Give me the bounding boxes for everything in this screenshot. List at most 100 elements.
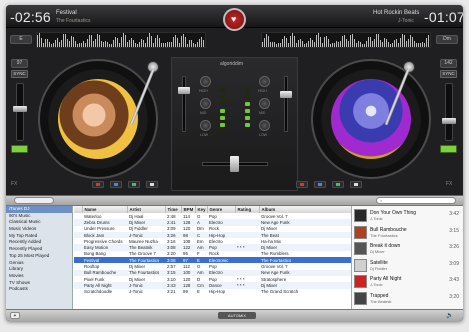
- sidebar-item[interactable]: My Top Rated: [6, 233, 72, 240]
- column-header[interactable]: Genre: [207, 206, 236, 213]
- left-key-box[interactable]: E: [10, 35, 32, 44]
- waveform-bar: [141, 39, 142, 47]
- waveform-bar: [171, 42, 172, 47]
- djay-logo[interactable]: ♥: [223, 8, 246, 31]
- fx-pad-1[interactable]: [92, 181, 104, 188]
- right-key-box[interactable]: Dm: [436, 35, 458, 44]
- sidebar-item[interactable]: Recently Added: [6, 239, 72, 246]
- column-header[interactable]: BPM: [181, 206, 196, 213]
- waveform-bar: [39, 33, 40, 47]
- right-waveform[interactable]: [261, 32, 431, 48]
- sidebar-item[interactable]: 90's Music: [6, 213, 72, 220]
- waveform-bar: [266, 34, 267, 47]
- fx-pad-7[interactable]: [332, 181, 344, 188]
- left-waveform[interactable]: [36, 32, 206, 48]
- fx-pad-6[interactable]: [314, 181, 326, 188]
- waveform-bar: [340, 40, 341, 47]
- waveform-bar: [394, 39, 395, 47]
- volume-icon[interactable]: 🔈: [446, 312, 453, 319]
- left-turntable[interactable]: [38, 59, 158, 179]
- waveform-bar: [366, 41, 367, 47]
- queue-item[interactable]: Party All Night J-Tonic 3:43: [354, 274, 462, 289]
- sidebar-item[interactable]: Library: [6, 266, 72, 273]
- crossfader-knob[interactable]: [230, 156, 239, 172]
- column-header[interactable]: Rating: [235, 206, 260, 213]
- right-pitch-slider[interactable]: [442, 83, 456, 141]
- album-art: [354, 242, 367, 255]
- right-volume-knob[interactable]: [280, 91, 292, 98]
- vu-segment: [245, 123, 250, 127]
- right-mid-knob[interactable]: [259, 98, 270, 109]
- column-header[interactable]: [74, 206, 83, 213]
- right-turntable[interactable]: [311, 59, 431, 179]
- column-header[interactable]: Time: [165, 206, 182, 213]
- table-row[interactable]: Scratchdoodle J-Tonic 3:21 99 E Hip-Hop The Gr…: [74, 289, 351, 295]
- right-play-button[interactable]: [440, 145, 457, 153]
- queue-item[interactable]: Don Your Own Thing J-Tonic 3:42: [354, 208, 462, 223]
- queue-item[interactable]: Bull Rambouche The Fourtastics 3:15: [354, 225, 462, 240]
- sidebar-item[interactable]: Movies: [6, 273, 72, 280]
- album-art: [354, 291, 367, 305]
- table-cell: Hip-Hop: [209, 289, 226, 295]
- fx-pad-3[interactable]: [128, 181, 140, 188]
- queue-item[interactable]: Satellite Dj Fiddler 3:09: [354, 258, 462, 273]
- waveform-bar: [346, 39, 347, 47]
- sidebar-item[interactable]: Recently Played: [6, 246, 72, 253]
- sidebar-item[interactable]: iTunes DJ: [6, 206, 72, 213]
- column-header[interactable]: Key: [195, 206, 208, 213]
- waveform-bar: [408, 39, 409, 47]
- sidebar-item[interactable]: Classical Music: [6, 219, 72, 226]
- sidebar-item[interactable]: Top 25 Most Played: [6, 253, 72, 260]
- waveform-bar: [83, 41, 84, 47]
- right-high-knob[interactable]: [259, 76, 270, 87]
- waveform-bar: [121, 37, 122, 47]
- waveform-bar: [157, 35, 158, 47]
- column-header[interactable]: Album: [259, 206, 352, 213]
- left-low-knob[interactable]: [200, 120, 211, 131]
- right-low-knob[interactable]: [259, 120, 270, 131]
- waveform-bar: [278, 43, 279, 47]
- right-pitch-knob[interactable]: [442, 118, 456, 124]
- crossfader[interactable]: [202, 156, 268, 172]
- add-playlist-button[interactable]: +: [10, 312, 20, 319]
- waveform-bar: [125, 35, 126, 47]
- vu-segment: [220, 123, 225, 127]
- vu-segment: [245, 109, 250, 113]
- fx-pad-5[interactable]: [296, 181, 308, 188]
- waveform-bar: [61, 39, 62, 47]
- left-pitch-slider[interactable]: [13, 83, 27, 141]
- queue-item[interactable]: Trapped The Beatnik 3:20: [354, 291, 462, 306]
- sidebar-item[interactable]: Podcasts: [6, 286, 72, 293]
- waveform-bar: [290, 36, 291, 47]
- automix-button[interactable]: AUTOMIX: [218, 312, 256, 319]
- table-cell: The Grand Scratch: [261, 289, 299, 295]
- left-high-knob[interactable]: [200, 76, 211, 87]
- left-sync-button[interactable]: SYNC: [11, 70, 28, 78]
- search-field[interactable]: ⌕: [376, 197, 456, 204]
- waveform-bar: [276, 43, 277, 47]
- column-header[interactable]: Name: [82, 206, 128, 213]
- waveform-bar: [153, 43, 154, 47]
- column-header[interactable]: Artist: [127, 206, 166, 213]
- left-mid-knob[interactable]: [200, 98, 211, 109]
- fx-pad-4[interactable]: [146, 181, 158, 188]
- fx-pad-2[interactable]: [110, 181, 122, 188]
- view-switcher[interactable]: [14, 197, 54, 204]
- waveform-bar: [356, 43, 357, 47]
- right-sync-button[interactable]: SYNC: [440, 70, 457, 78]
- waveform-bar: [312, 40, 313, 47]
- sidebar-item[interactable]: Music Videos: [6, 226, 72, 233]
- fx-pad-8[interactable]: [350, 181, 362, 188]
- queue-artist: J-Tonic: [370, 282, 383, 287]
- sidebar-item[interactable]: TV Shows: [6, 280, 72, 287]
- right-volume-fader[interactable]: [280, 76, 292, 132]
- left-volume-fader[interactable]: [178, 76, 190, 132]
- queue-time: 3:43: [449, 277, 459, 283]
- waveform-bar: [47, 39, 48, 47]
- sidebar-item[interactable]: Genius: [6, 260, 72, 267]
- left-play-button[interactable]: [11, 145, 28, 153]
- left-volume-knob[interactable]: [178, 87, 190, 94]
- left-pitch-knob[interactable]: [13, 106, 27, 112]
- table-cell: [74, 289, 82, 295]
- queue-item[interactable]: Break it down Dj Mixer 3:26: [354, 241, 462, 256]
